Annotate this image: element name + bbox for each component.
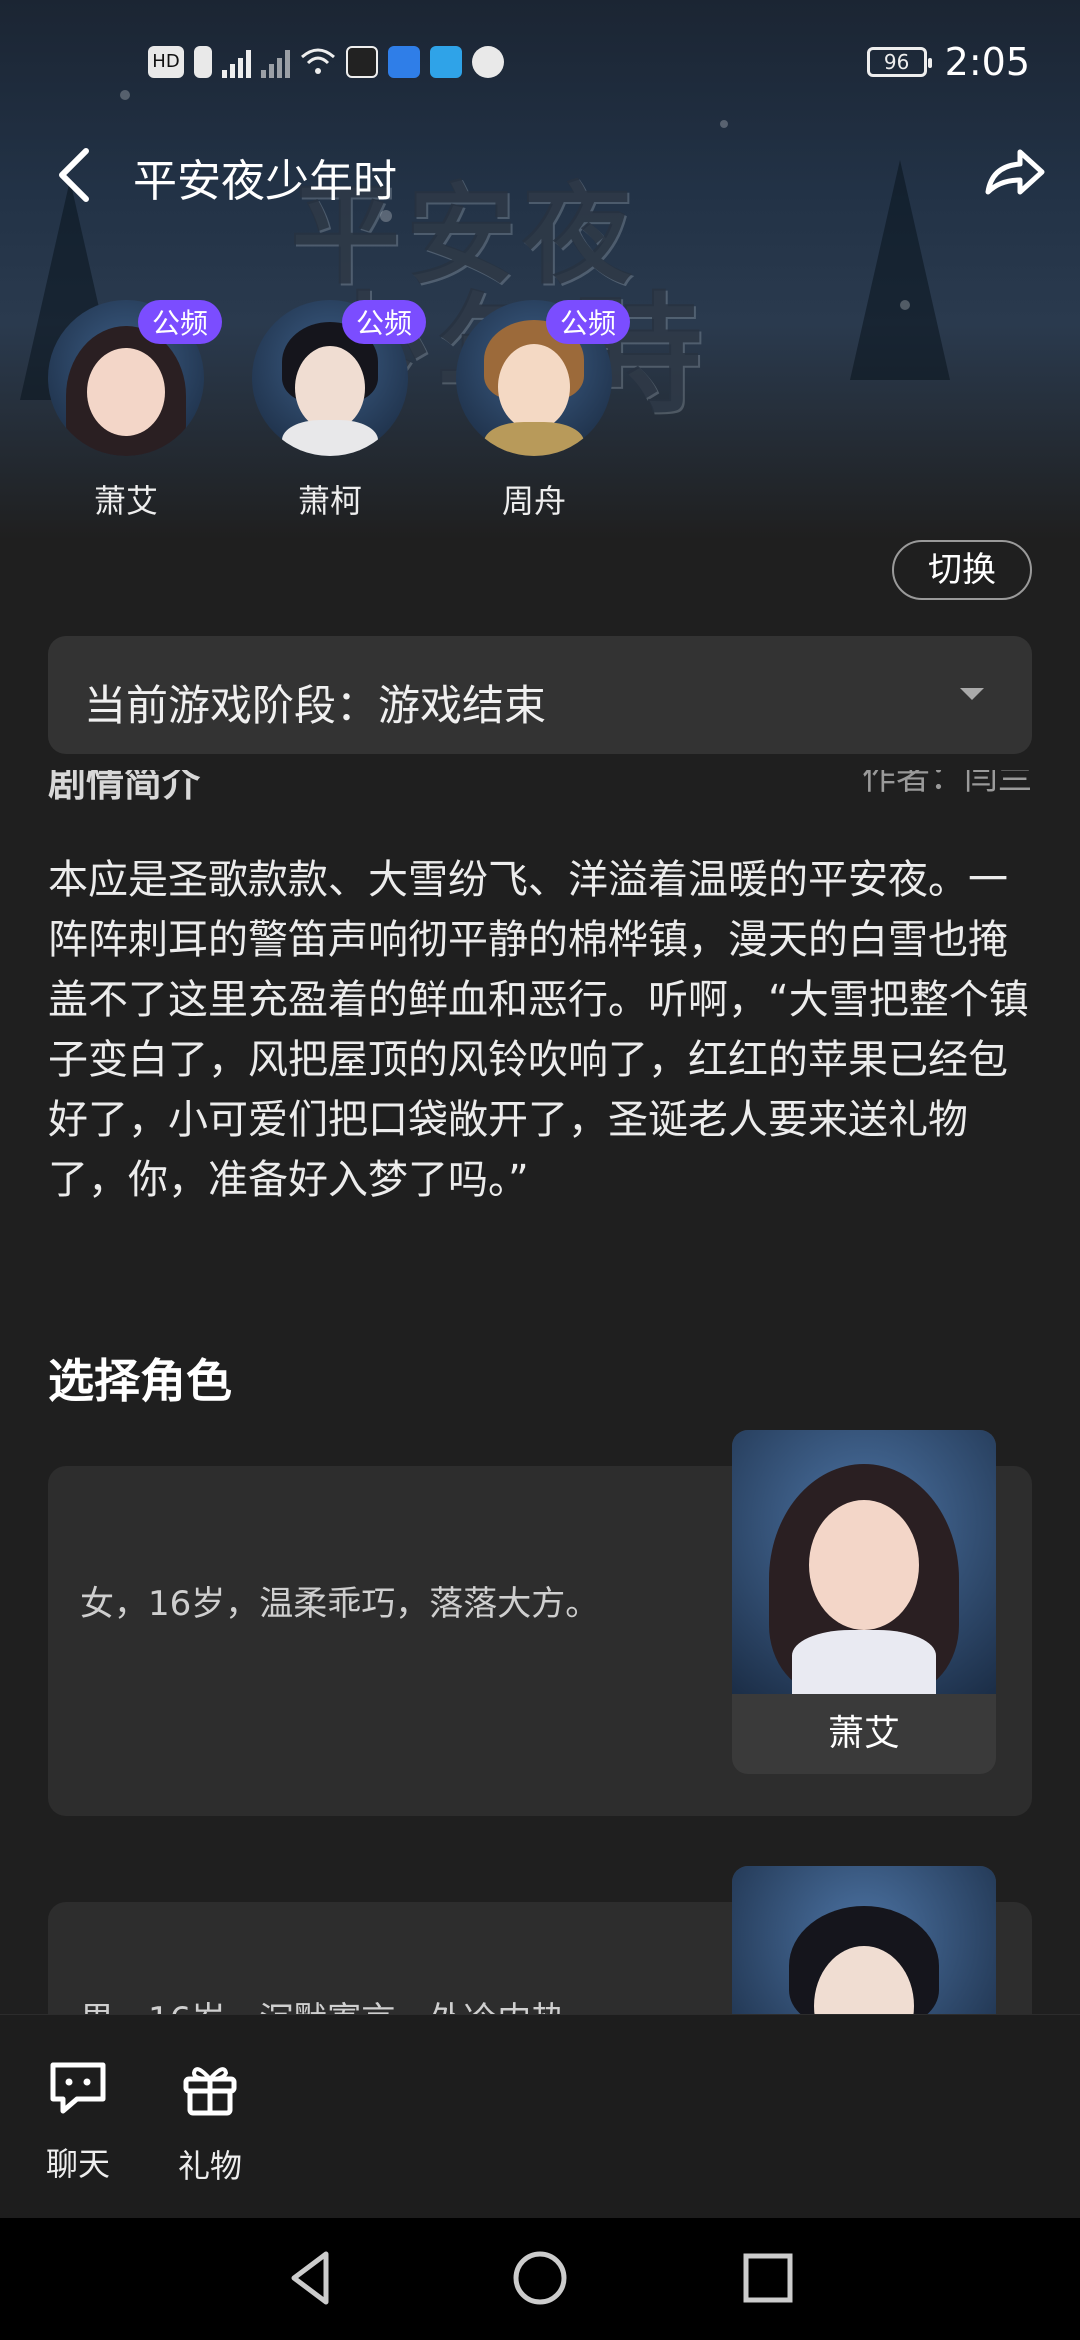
nav-back-icon[interactable] [280,2246,344,2310]
switch-button[interactable]: 切换 [892,540,1032,600]
message-app-icon [430,46,462,78]
bulb-app-icon [388,46,420,78]
intro-header-row: 剧情简介 作者：闫兰 [48,770,1032,800]
tree-silhouette [850,160,950,380]
hd-icon: HD [148,46,184,78]
wifi-icon [301,48,335,74]
chat-button[interactable]: 聊天 [28,2059,128,2185]
status-icons: HD [148,46,504,78]
gift-label: 礼物 [177,2147,242,2185]
gift-icon [183,2067,237,2116]
avatar-name: 萧艾 [93,482,158,520]
avatar-item[interactable]: 公频 周舟 [456,300,630,522]
share-icon[interactable] [980,140,1050,210]
avatar-name: 周舟 [501,482,566,520]
chat-label: 聊天 [45,2145,110,2183]
story-synopsis: 本应是圣歌款款、大雪纷飞、洋溢着温暖的平安夜。一阵阵刺耳的警笛声响彻平静的棉桦镇… [48,857,1029,1203]
mask-app-icon [346,46,378,78]
snowflake [900,300,910,310]
system-nav-bar [0,2218,1080,2340]
select-role-title: 选择角色 [48,1354,232,1408]
browser-app-icon [472,46,504,78]
channel-badge: 公频 [545,300,630,344]
game-stage-label: 当前游戏阶段：游戏结束 [84,681,547,730]
avatar-item[interactable]: 公频 萧柯 [252,300,426,522]
author-label: 作者：闫兰 [862,770,1032,798]
avatar-name: 萧柯 [297,482,362,520]
role-card[interactable]: 女，16岁，温柔乖巧，落落大方。 萧艾 [48,1430,1032,1816]
gift-button[interactable]: 礼物 [160,2059,260,2187]
role-portrait-tile[interactable]: 萧艾 [732,1430,996,1774]
sim-icon [194,46,212,78]
nav-recents-icon[interactable] [736,2246,800,2310]
game-stage-dropdown[interactable]: 当前游戏阶段：游戏结束 [48,636,1032,754]
channel-badge: 公频 [341,300,426,344]
battery-icon: 96 [866,47,932,77]
signal-2-icon [261,46,290,78]
chat-bubble-icon [50,2062,106,2114]
clock: 2:05 [944,40,1030,84]
role-portrait [732,1430,996,1694]
nav-home-icon[interactable] [508,2246,572,2310]
status-bar: HD 96 2:05 [0,0,1080,130]
signal-icon [222,46,251,78]
page-title: 平安夜少年时 [133,156,397,207]
character-avatars: 公频 萧艾 公频 萧柯 公频 周舟 [48,300,630,522]
dropdown-caret-icon [960,688,984,700]
role-name: 萧艾 [827,1713,900,1754]
chevron-left-icon[interactable] [50,145,100,205]
role-description: 女，16岁，温柔乖巧，落落大方。 [80,1584,600,1624]
channel-badge: 公频 [137,300,222,344]
avatar-item[interactable]: 公频 萧艾 [48,300,222,522]
intro-heading: 剧情简介 [48,770,201,800]
bottom-toolbar: 聊天 礼物 [0,2014,1080,2218]
